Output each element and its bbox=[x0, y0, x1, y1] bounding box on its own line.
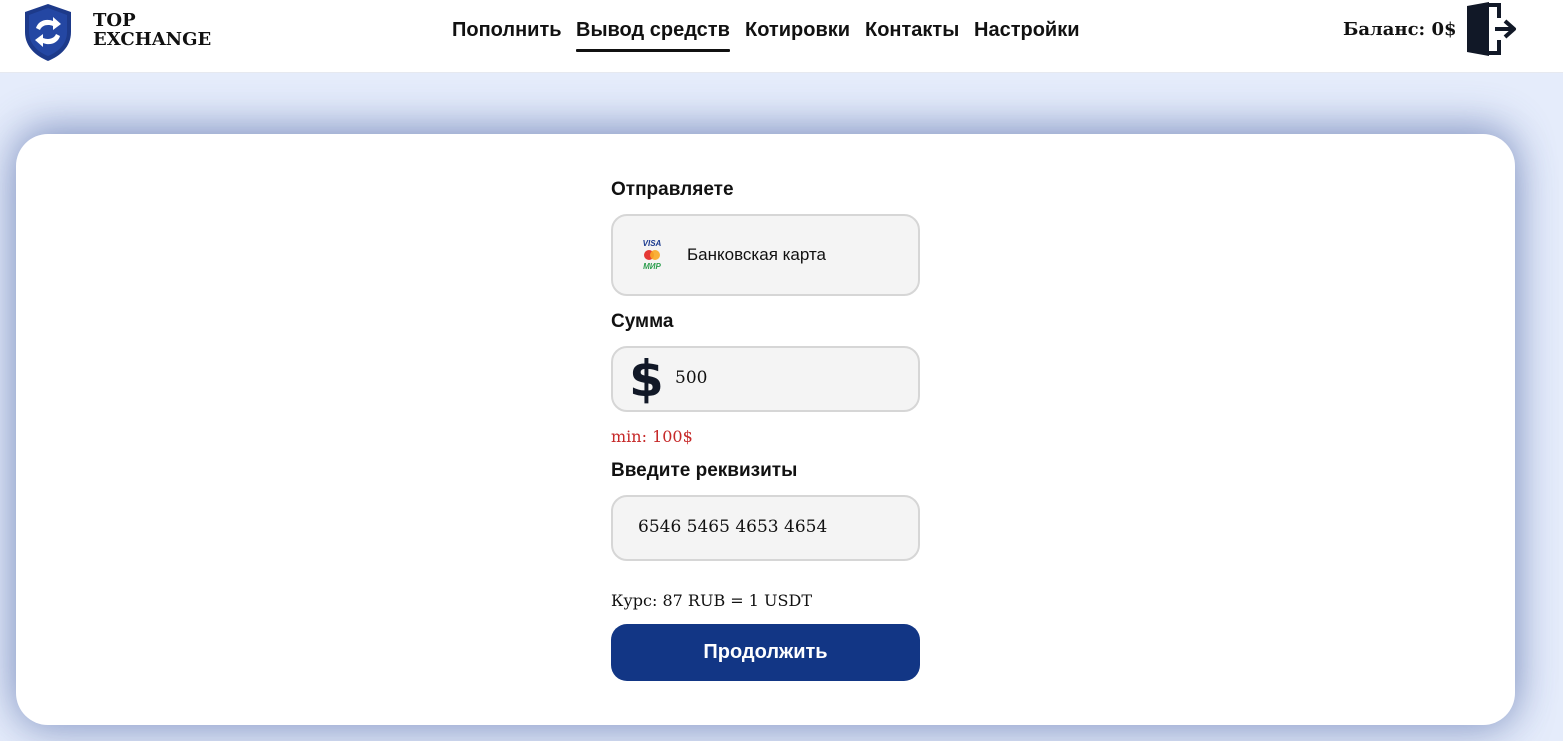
min-amount-hint: min: 100$ bbox=[611, 427, 693, 446]
amount-input[interactable]: $ 500 bbox=[611, 346, 920, 412]
send-method-select[interactable]: VISA МИР Банковская карта bbox=[611, 214, 920, 296]
balance-display: Баланс: 0$ bbox=[1343, 19, 1457, 40]
shield-logo-icon[interactable] bbox=[22, 2, 74, 62]
logout-icon[interactable] bbox=[1465, 2, 1519, 56]
nav-item-withdraw[interactable]: Вывод средств bbox=[576, 18, 730, 52]
brand-line-1: TOP bbox=[93, 10, 136, 31]
amount-label: Сумма bbox=[611, 311, 674, 332]
nav-item-quotes[interactable]: Котировки bbox=[745, 18, 850, 42]
details-input[interactable]: 6546 5465 4653 4654 bbox=[611, 495, 920, 561]
top-header: TOP EXCHANGE Пополнить Вывод средств Кот… bbox=[0, 0, 1563, 73]
details-value: 6546 5465 4653 4654 bbox=[638, 517, 828, 537]
visa-mastercard-mir-icon: VISA МИР bbox=[643, 239, 662, 271]
continue-button[interactable]: Продолжить bbox=[611, 624, 920, 681]
nav-item-contacts[interactable]: Контакты bbox=[865, 18, 959, 42]
nav-item-settings[interactable]: Настройки bbox=[974, 18, 1080, 42]
nav-item-deposit[interactable]: Пополнить bbox=[452, 18, 562, 42]
svg-text:VISA: VISA bbox=[643, 239, 662, 248]
brand-name[interactable]: TOP EXCHANGE bbox=[93, 11, 211, 49]
svg-text:МИР: МИР bbox=[643, 262, 661, 271]
brand-line-2: EXCHANGE bbox=[93, 29, 212, 50]
withdraw-card: Отправляете VISA МИР Банковская карта Су… bbox=[16, 134, 1515, 725]
send-label: Отправляете bbox=[611, 179, 734, 200]
amount-value: 500 bbox=[675, 368, 708, 388]
dollar-icon: $ bbox=[629, 350, 664, 408]
details-label: Введите реквизиты bbox=[611, 460, 798, 481]
send-method-value: Банковская карта bbox=[687, 245, 827, 264]
exchange-rate: Курс: 87 RUB = 1 USDT bbox=[611, 591, 812, 610]
